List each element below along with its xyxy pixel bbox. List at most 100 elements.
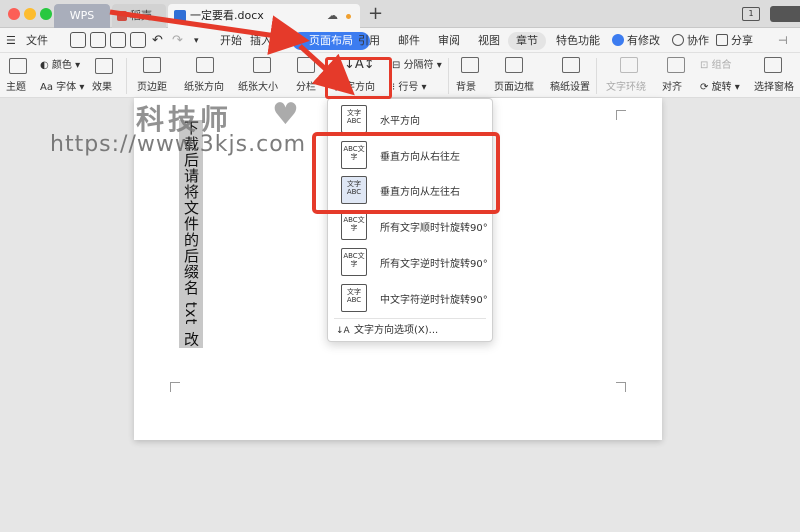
chevron-down-icon: ▾ — [418, 82, 427, 93]
tab-insert[interactable]: 插入 — [250, 33, 272, 49]
grid-settings-button[interactable]: 稿纸设置 — [550, 82, 590, 94]
cloud-icon[interactable]: ☁ — [327, 4, 338, 28]
theme-icon[interactable] — [9, 58, 27, 74]
selection-pane-button[interactable]: 选择窗格 — [754, 82, 794, 94]
daoke-icon — [117, 11, 127, 21]
rotate-label: 旋转 — [711, 82, 732, 93]
save-icon[interactable] — [70, 32, 86, 48]
track-changes-button[interactable]: 有修改 — [612, 33, 660, 49]
heart-icon: ♥ — [272, 97, 299, 132]
tab-wps[interactable]: WPS — [54, 4, 110, 28]
orientation-button[interactable]: 纸张方向 — [184, 82, 224, 94]
columns-icon[interactable] — [297, 57, 315, 73]
tab-mailings[interactable]: 邮件 — [398, 33, 420, 49]
print-icon[interactable] — [110, 32, 126, 48]
selection-pane-icon[interactable] — [764, 57, 782, 73]
chevron-down-icon: ▾ — [731, 82, 740, 93]
tab-daoke-label: 稻壳 — [130, 9, 152, 22]
tab-references[interactable]: 引用 — [358, 33, 380, 49]
quick-access-more-icon[interactable]: ▾ — [194, 33, 199, 49]
unsaved-dot-icon — [346, 14, 351, 19]
align-icon[interactable] — [667, 57, 685, 73]
tab-home[interactable]: 开始 — [220, 33, 242, 49]
group-label: 组合 — [711, 60, 732, 71]
background-button[interactable]: 背景 — [456, 82, 476, 94]
menu-item-label: 中文字符逆时针旋转90° — [380, 295, 488, 306]
cjk-rotate-icon: 文字ABC — [341, 284, 367, 312]
rotate-button[interactable]: ⟳ 旋转 ▾ — [700, 82, 740, 94]
share-button[interactable]: 分享 — [716, 33, 753, 49]
menu-item-rotate-cw[interactable]: ABC文字 所有文字顺时针旋转90° — [328, 210, 492, 242]
columns-button[interactable]: 分栏 — [296, 82, 316, 94]
text-wrap-button[interactable]: 文字环绕 — [606, 82, 646, 94]
hamburger-menu-icon[interactable]: ☰ — [6, 33, 16, 49]
document-icon — [174, 10, 186, 22]
horizontal-text-icon: 文字ABC — [341, 105, 367, 133]
tab-chapter[interactable]: 章节 — [508, 32, 546, 50]
new-tab-button[interactable]: + — [368, 3, 383, 25]
breaks-button[interactable]: ⊟ 分隔符 ▾ — [392, 60, 442, 72]
page-border-button[interactable]: 页面边框 — [494, 82, 534, 94]
chevron-down-icon: ▾ — [433, 60, 442, 71]
tab-view[interactable]: 视图 — [478, 33, 500, 49]
collab-label: 协作 — [687, 34, 709, 47]
effect-icon[interactable] — [95, 58, 113, 74]
page-corner-mark — [616, 382, 626, 392]
line-numbers-button[interactable]: ⁝ 行号 ▾ — [392, 82, 427, 94]
paper-size-button[interactable]: 纸张大小 — [238, 82, 278, 94]
export-icon[interactable] — [90, 32, 106, 48]
menu-item-cjk-rotate-ccw[interactable]: 文字ABC 中文字符逆时针旋转90° — [328, 282, 492, 314]
text-wrap-icon[interactable] — [620, 57, 638, 73]
menu-item-label: 所有文字逆时针旋转90° — [380, 259, 488, 270]
color-button[interactable]: ◐ 颜色 ▾ — [40, 60, 80, 72]
margins-icon[interactable] — [143, 57, 161, 73]
tab-daoke[interactable]: 稻壳 — [112, 4, 166, 28]
redo-icon[interactable]: ↷ — [172, 33, 183, 49]
undo-icon[interactable]: ↶ — [152, 33, 163, 49]
tab-active-document[interactable]: 一定要看.docx ☁ — [168, 4, 360, 28]
grid-settings-icon[interactable] — [562, 57, 580, 73]
orientation-icon[interactable] — [196, 57, 214, 73]
paper-size-icon[interactable] — [253, 57, 271, 73]
tab-special-features[interactable]: 特色功能 — [556, 33, 600, 49]
avatar[interactable] — [770, 6, 800, 22]
minimize-window-button[interactable] — [24, 8, 36, 20]
background-icon[interactable] — [461, 57, 479, 73]
chevron-down-icon: ▾ — [76, 82, 85, 93]
menu-bar: ☰ 文件 ↶ ↷ ▾ 开始 插入 页面布局 引用 邮件 审阅 视图 章节 特色功… — [0, 28, 800, 53]
collab-button[interactable]: 协作 — [672, 33, 709, 49]
menu-divider — [334, 318, 486, 319]
preview-icon[interactable] — [130, 32, 146, 48]
font-button[interactable]: Aa 字体 ▾ — [40, 82, 84, 94]
page-corner-mark — [616, 110, 626, 120]
page-border-icon[interactable] — [505, 57, 523, 73]
close-window-button[interactable] — [8, 8, 20, 20]
active-document-name: 一定要看.docx — [190, 9, 264, 22]
color-label: 颜色 — [51, 60, 72, 71]
text-direction-options-icon: ↓A — [336, 326, 350, 336]
highlight-box-text-direction — [325, 57, 392, 99]
group-button[interactable]: ⊡ 组合 — [700, 60, 732, 72]
effect-button[interactable]: 效果 — [92, 82, 112, 94]
menu-item-horizontal[interactable]: 文字ABC 水平方向 — [328, 103, 492, 135]
menu-file[interactable]: 文件 — [26, 33, 48, 49]
align-button[interactable]: 对齐 — [662, 82, 682, 94]
font-aa-icon: Aa — [40, 82, 57, 93]
ribbon-divider — [448, 58, 449, 94]
line-numbers-label: 行号 — [398, 82, 419, 93]
zoom-window-button[interactable] — [40, 8, 52, 20]
menu-item-rotate-ccw[interactable]: ABC文字 所有文字逆时针旋转90° — [328, 246, 492, 278]
menu-item-text-direction-options[interactable]: 文字方向选项(X)... — [354, 325, 438, 337]
window-layout-button[interactable]: 1 — [742, 7, 760, 21]
palette-icon: ◐ — [40, 60, 52, 71]
tab-review[interactable]: 审阅 — [438, 33, 460, 49]
margins-button[interactable]: 页边距 — [137, 82, 167, 94]
collapse-ribbon-icon[interactable]: ⊣ — [778, 33, 788, 49]
ribbon-divider — [126, 58, 127, 94]
breaks-icon: ⊟ — [392, 60, 404, 71]
track-changes-icon — [612, 34, 624, 46]
track-changes-label: 有修改 — [627, 34, 660, 47]
theme-button[interactable]: 主题 — [6, 82, 26, 94]
chevron-down-icon: ▾ — [71, 60, 81, 71]
rotate-icon: ⟳ — [700, 82, 712, 93]
